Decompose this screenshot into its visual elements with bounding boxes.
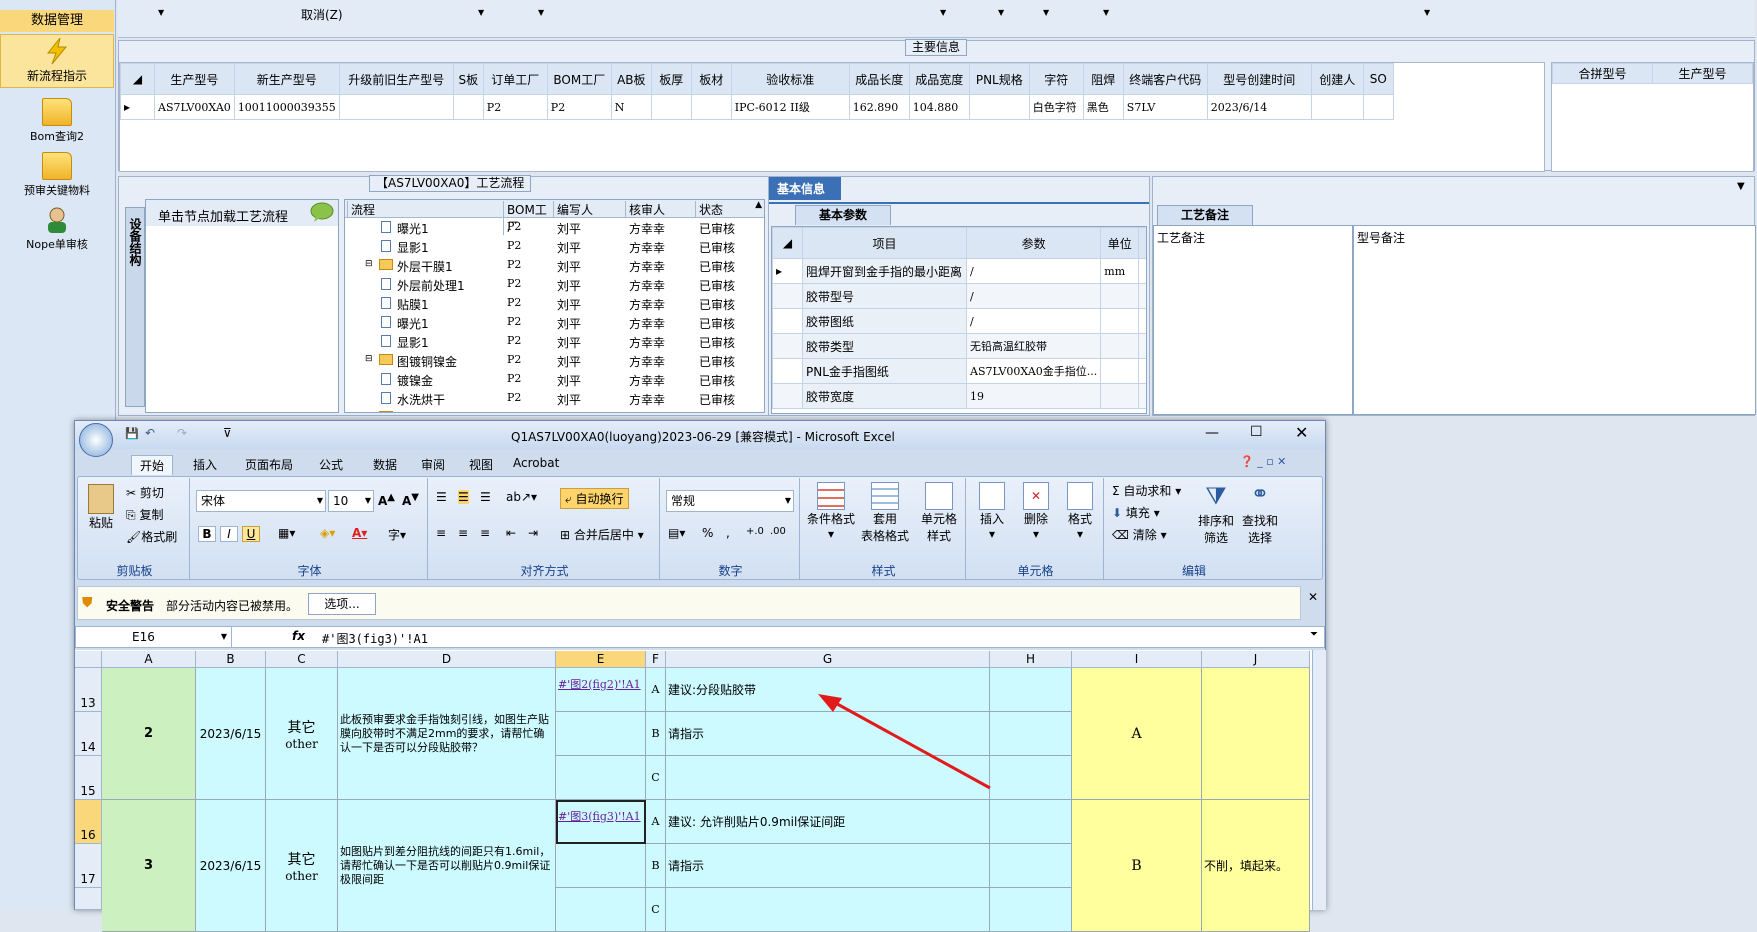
annotation-arrow	[818, 694, 991, 790]
